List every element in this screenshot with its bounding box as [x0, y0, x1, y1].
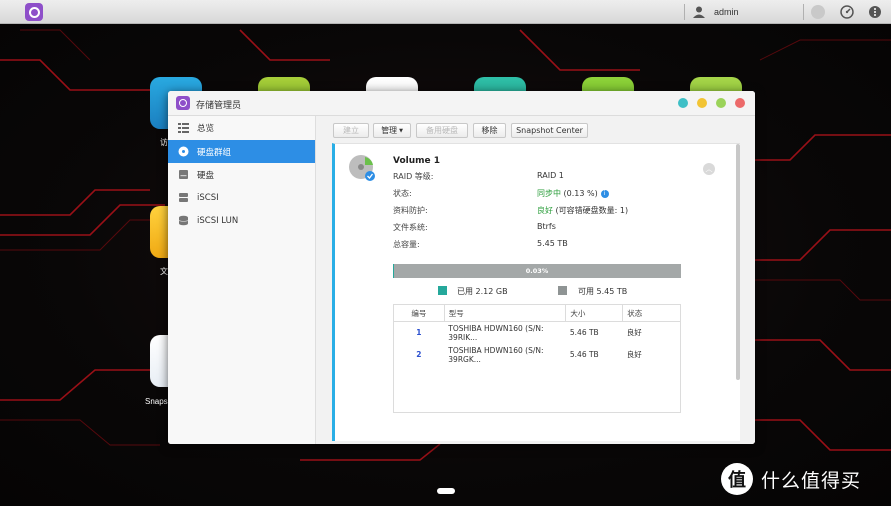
window-title: 存储管理员: [196, 101, 242, 111]
sidebar-item-iscsi[interactable]: iSCSI: [168, 186, 315, 209]
status-text: 同步中: [537, 189, 561, 198]
window-close-button[interactable]: [735, 98, 745, 108]
disk-icon: [179, 170, 188, 179]
column-header[interactable]: 状态: [622, 304, 681, 322]
disk-number-link[interactable]: 2: [394, 344, 445, 366]
status-value: 同步中 (0.13 %) i: [537, 188, 609, 199]
taskbar-separator: [803, 4, 804, 20]
capacity-value: 5.45 TB: [537, 239, 568, 248]
info-icon[interactable]: i: [600, 189, 609, 198]
raid-level-label: RAID 等级:: [393, 172, 434, 181]
snapshot-center-button[interactable]: Snapshot Center: [511, 123, 588, 138]
disk-size: 5.46 TB: [569, 328, 599, 338]
dashboard-icon[interactable]: [840, 5, 854, 19]
usage-percent: 0.03%: [525, 267, 549, 275]
table-header: 编号 型号 大小 状态: [393, 304, 681, 322]
sidebar-item-disk-group[interactable]: 硬盘群组: [168, 140, 315, 163]
table-row[interactable]: 2 TOSHIBA HDWN160 (S/N: 39RGK... 5.46 TB…: [394, 344, 681, 366]
free-legend-swatch: [558, 286, 567, 295]
sidebar-item-label: 总览: [197, 123, 215, 134]
storage-manager-window: 存储管理员 总览 硬盘群组 硬盘 iSCSI iSCSI LUN 建立 管理 ▼…: [168, 91, 755, 444]
user-icon[interactable]: [692, 5, 706, 19]
disk-size: 5.46 TB: [569, 350, 599, 359]
filesystem-label: 文件系统:: [393, 223, 428, 232]
column-header[interactable]: 大小: [565, 304, 624, 322]
watermark-logo: 值: [721, 463, 753, 495]
raid-level-value: RAID 1: [537, 171, 564, 180]
overview-icon: [178, 123, 189, 133]
desktop-app-label: 访: [160, 138, 168, 147]
capacity-label: 总容量:: [393, 240, 420, 249]
remove-button[interactable]: 移除: [473, 123, 506, 138]
sidebar-item-label: 硬盘群组: [197, 147, 232, 158]
free-legend-label: 可用 5.45 TB: [578, 287, 628, 296]
iscsi-icon: [179, 193, 188, 202]
sidebar-item-label: 硬盘: [197, 170, 215, 181]
column-header[interactable]: 编号: [393, 304, 445, 322]
spare-disk-button[interactable]: 备用硬盘: [416, 123, 468, 138]
user-name[interactable]: admin: [714, 7, 739, 17]
window-help-button[interactable]: [678, 98, 688, 108]
storage-manager-taskbar-icon[interactable]: [25, 3, 43, 21]
disk-status: 良好: [626, 328, 642, 338]
disk-group-icon: [178, 146, 189, 157]
sidebar: 总览 硬盘群组 硬盘 iSCSI iSCSI LUN: [168, 116, 316, 444]
sync-progress: (0.13 %): [561, 189, 598, 198]
sidebar-item-disk[interactable]: 硬盘: [168, 163, 315, 186]
used-legend-swatch: [438, 286, 447, 295]
protection-label: 资料防护:: [393, 206, 428, 215]
volume-icon: [349, 155, 375, 181]
sidebar-item-label: iSCSI LUN: [197, 215, 239, 226]
main-content: 建立 管理 ▼ 备用硬盘 移除 Snapshot Center Volume 1…: [316, 116, 755, 444]
chevron-down-icon: ▼: [399, 127, 403, 134]
create-button[interactable]: 建立: [333, 123, 369, 138]
dock-indicator[interactable]: [437, 488, 455, 494]
volume-name: Volume 1: [393, 156, 441, 166]
taskbar-separator: [684, 4, 685, 20]
usage-bar: 0.03%: [393, 264, 681, 278]
iscsi-lun-icon: [178, 215, 189, 226]
desktop-app-label: 文: [160, 267, 168, 276]
notification-icon[interactable]: [811, 5, 825, 19]
status-label: 状态:: [393, 189, 412, 198]
disk-table: 编号 型号 大小 状态 1 TOSHIBA HDWN160 (S/N: 39RI…: [393, 304, 681, 366]
top-taskbar: admin: [0, 0, 891, 24]
sidebar-item-overview[interactable]: 总览: [168, 116, 315, 139]
window-minimize-button[interactable]: [697, 98, 707, 108]
table-row[interactable]: 1 TOSHIBA HDWN160 (S/N: 39RIK... 5.46 TB…: [394, 322, 681, 344]
watermark: 值 什么值得买: [721, 462, 881, 496]
manage-button-label: 管理: [381, 126, 398, 135]
window-title-bar[interactable]: 存储管理员: [168, 91, 755, 116]
used-legend-label: 已用 2.12 GB: [457, 287, 508, 296]
disk-model: TOSHIBA HDWN160 (S/N: 39RIK...: [448, 323, 544, 342]
filesystem-value: Btrfs: [537, 222, 556, 231]
storage-manager-app-icon: [176, 96, 190, 110]
column-header[interactable]: 型号: [443, 304, 567, 322]
more-options-icon[interactable]: [868, 5, 882, 19]
protection-status: 良好: [537, 206, 553, 215]
sidebar-item-iscsi-lun[interactable]: iSCSI LUN: [168, 209, 315, 232]
volume-detail-panel: Volume 1 ︿ RAID 等级: RAID 1 状态: 同步中 (0.13…: [332, 143, 740, 441]
desktop-app-label: Snaps: [145, 397, 168, 406]
manage-button[interactable]: 管理 ▼: [373, 123, 411, 138]
sidebar-item-label: iSCSI: [197, 192, 219, 203]
window-maximize-button[interactable]: [716, 98, 726, 108]
panel-scrollbar[interactable]: [736, 144, 740, 380]
disk-status: 良好: [626, 350, 642, 359]
disk-number-link[interactable]: 1: [394, 322, 445, 344]
collapse-icon[interactable]: ︿: [703, 163, 715, 175]
protection-value: 良好 (可容错硬盘数量: 1): [537, 205, 628, 216]
toolbar: 建立 管理 ▼ 备用硬盘 移除 Snapshot Center: [316, 116, 755, 143]
disk-model: TOSHIBA HDWN160 (S/N: 39RGK...: [448, 345, 544, 364]
watermark-text: 什么值得买: [761, 469, 862, 492]
fault-tolerance: (可容错硬盘数量: 1): [553, 206, 629, 215]
